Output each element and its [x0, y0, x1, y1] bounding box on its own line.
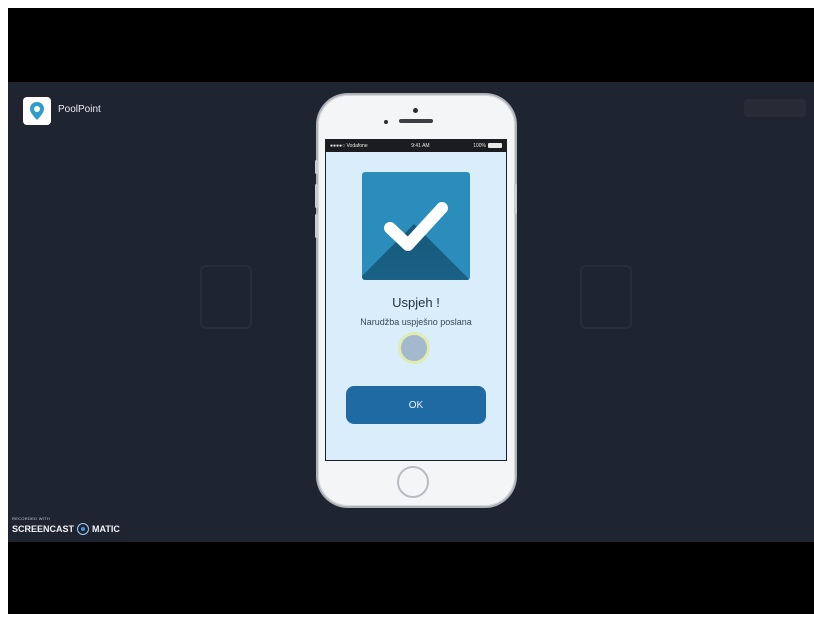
- dialog-title: Uspjeh !: [392, 295, 440, 310]
- battery-icon: [488, 143, 502, 149]
- front-camera: [413, 108, 418, 113]
- header-action-button[interactable]: [744, 99, 806, 117]
- checkmark-icon: [384, 202, 448, 251]
- watermark-brand-b: MATIC: [92, 524, 120, 534]
- phone-screen: ●●●●○ Vodafone 9:41 AM 100% Uspjeh ! Nar…: [325, 139, 507, 461]
- phone-mute-switch: [315, 160, 318, 174]
- proximity-sensor: [384, 120, 388, 124]
- background-card-left: [200, 265, 252, 329]
- phone-power-button: [514, 184, 517, 214]
- success-tile: [362, 172, 470, 280]
- dialog-message: Narudžba uspješno poslana: [360, 317, 472, 327]
- phone-volume-up: [315, 184, 318, 208]
- time-label: 9:41 AM: [411, 143, 430, 149]
- carrier-label: ●●●●○ Vodafone: [330, 143, 368, 149]
- touch-cursor-indicator: [401, 335, 427, 361]
- record-icon: [77, 523, 90, 535]
- watermark-caption: RECORDED WITH: [12, 516, 51, 521]
- background-card-right: [580, 265, 632, 329]
- app-logo[interactable]: [23, 97, 51, 125]
- status-bar: ●●●●○ Vodafone 9:41 AM 100%: [326, 140, 506, 152]
- app-name: PoolPoint: [58, 104, 101, 115]
- battery-label: 100%: [473, 143, 486, 149]
- screencast-watermark: SCREENCAST MATIC: [12, 523, 120, 535]
- watermark-brand-a: SCREENCAST: [12, 524, 75, 534]
- phone-volume-down: [315, 214, 318, 238]
- map-pin-icon: [30, 102, 44, 120]
- battery-indicator: 100%: [473, 143, 502, 149]
- home-button[interactable]: [397, 466, 429, 498]
- earpiece-speaker: [399, 119, 433, 123]
- ok-button[interactable]: OK: [346, 386, 486, 424]
